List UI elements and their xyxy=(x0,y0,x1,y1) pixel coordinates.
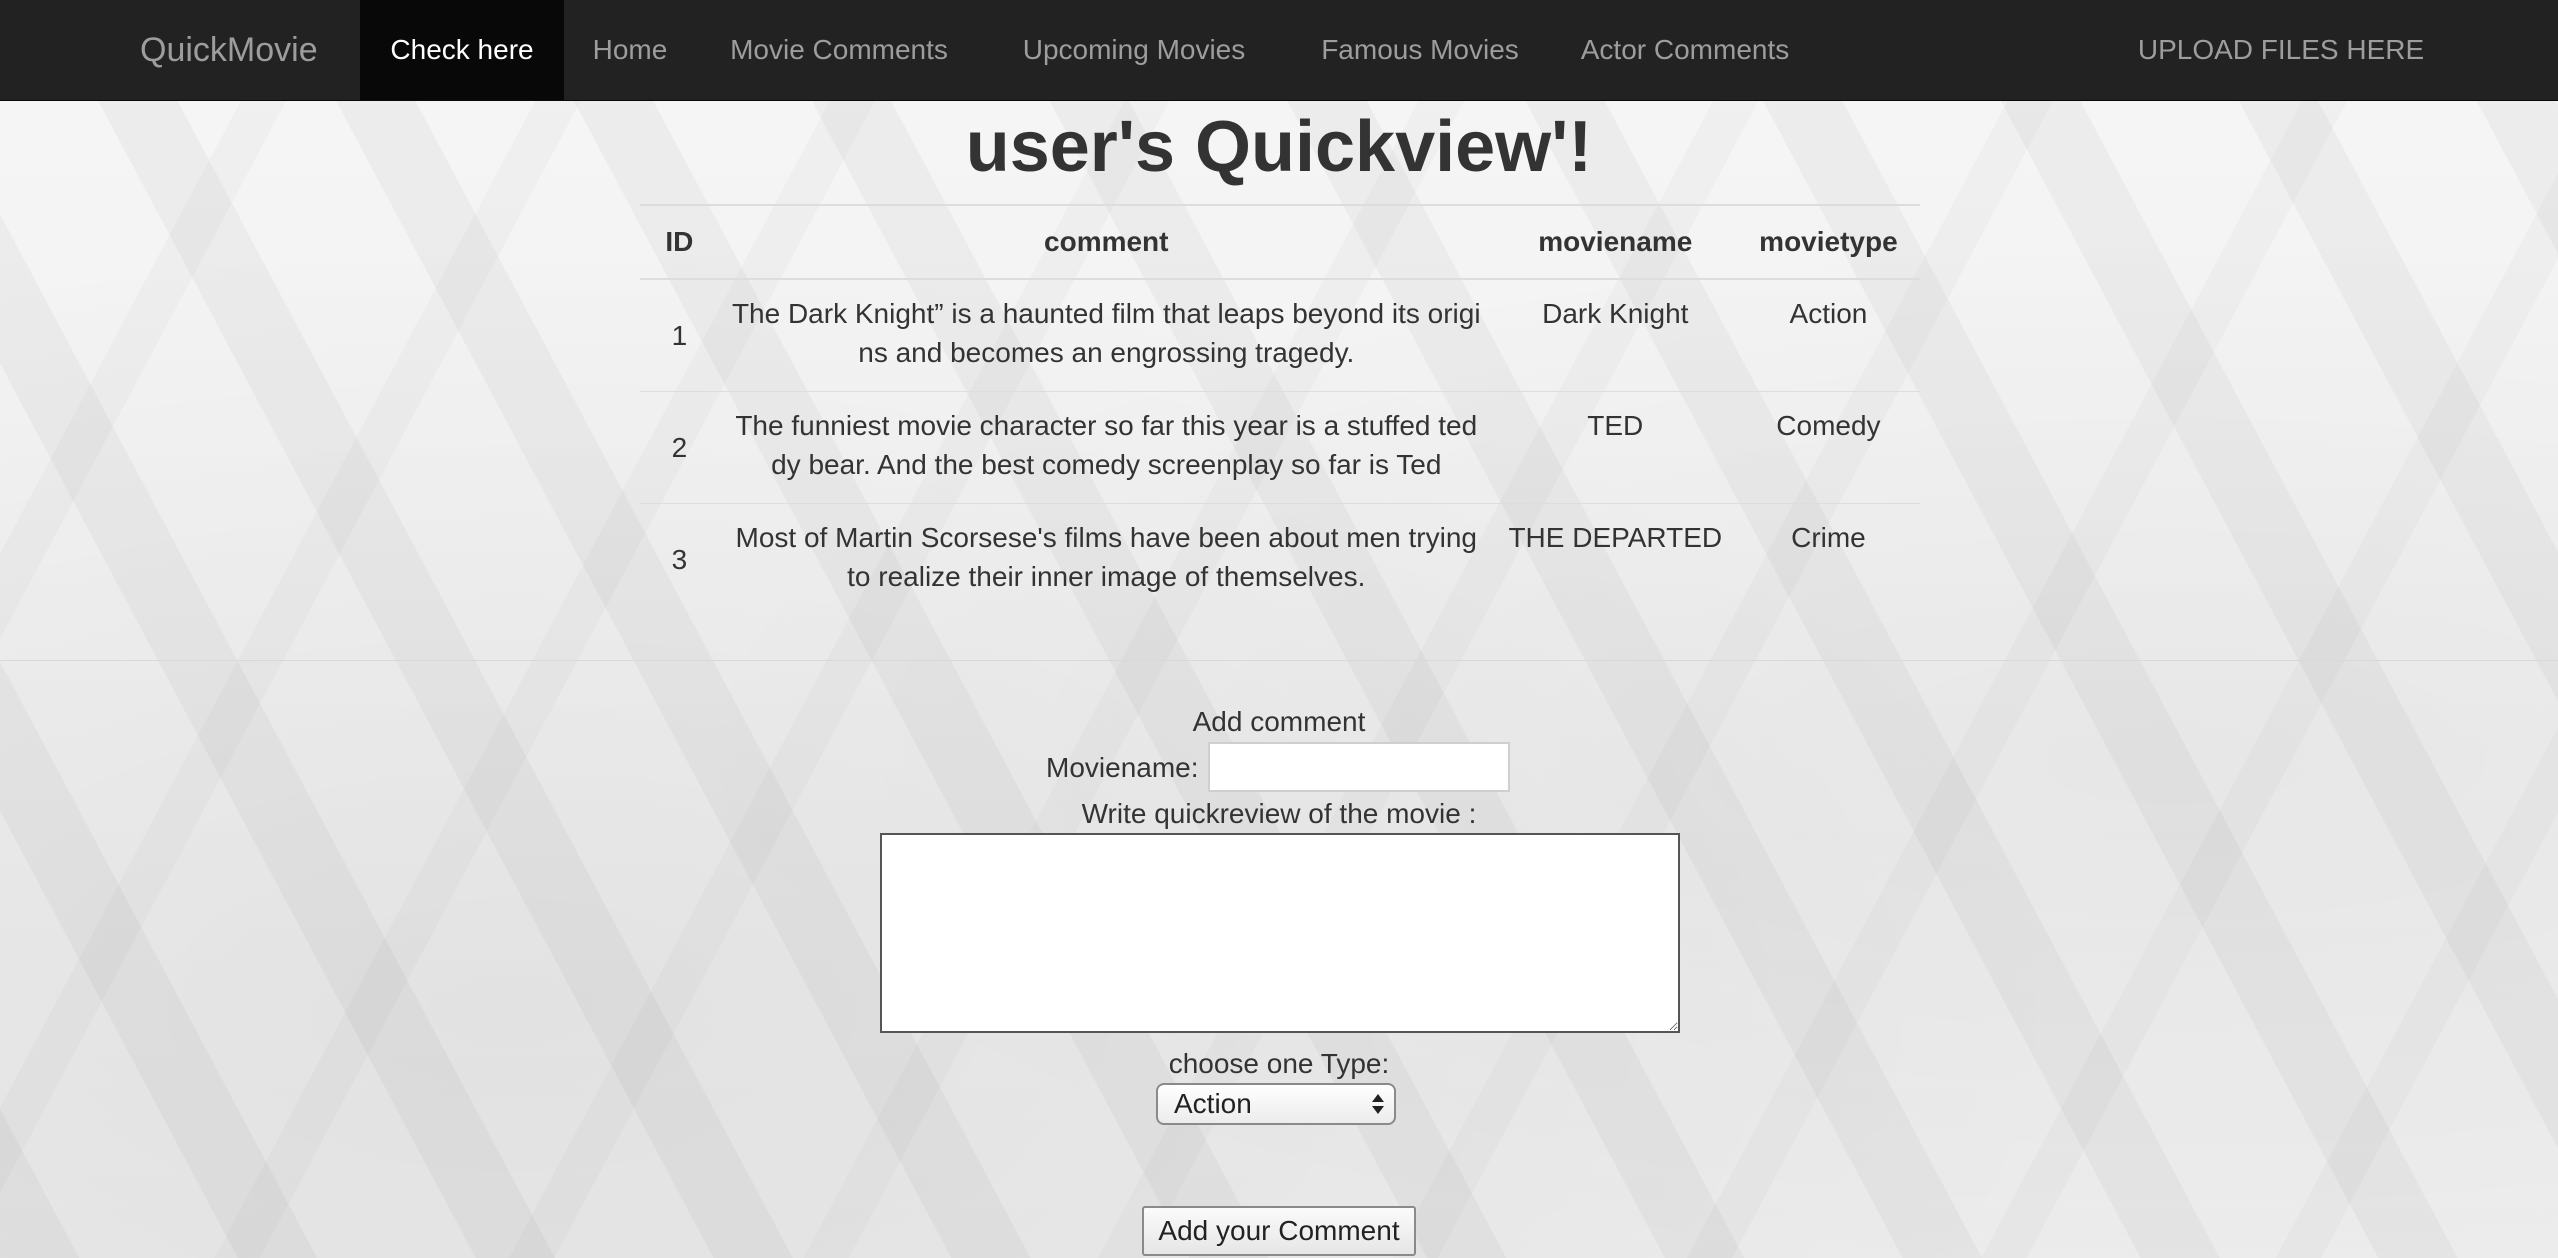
row-comment: The Dark Knight” is a haunted film that … xyxy=(718,278,1494,391)
header-comment: comment xyxy=(718,204,1494,280)
nav-item-upload-files[interactable]: UPLOAD FILES HERE xyxy=(2118,0,2444,100)
nav-item-actor-comments[interactable]: Actor Comments xyxy=(1554,0,1816,100)
row-movietype: Crime xyxy=(1736,502,1920,615)
nav-item-movie-comments[interactable]: Movie Comments xyxy=(696,0,982,100)
section-divider xyxy=(0,660,2558,661)
row-movietype: Comedy xyxy=(1736,390,1920,503)
moviename-label: Moviename: xyxy=(1046,752,1199,783)
row-moviename: TED xyxy=(1493,390,1737,503)
brand-link[interactable]: QuickMovie xyxy=(140,0,318,100)
table-row: 3 Most of Martin Scorsese's films have b… xyxy=(640,502,1920,615)
header-id: ID xyxy=(640,204,719,280)
header-movietype: movietype xyxy=(1736,204,1920,280)
page-title: user's Quickview'! xyxy=(965,107,1593,187)
row-movietype: Action xyxy=(1736,278,1920,391)
row-id: 2 xyxy=(640,390,719,503)
add-comment-button[interactable]: Add your Comment xyxy=(1142,1206,1416,1256)
nav-item-upcoming-movies[interactable]: Upcoming Movies xyxy=(982,0,1286,100)
add-comment-heading: Add comment xyxy=(1192,706,1366,737)
table-header-row: ID comment moviename movietype xyxy=(640,204,1920,280)
header-moviename: moviename xyxy=(1493,204,1737,280)
table-row: 1 The Dark Knight” is a haunted film tha… xyxy=(640,278,1920,391)
nav-item-famous-movies[interactable]: Famous Movies xyxy=(1286,0,1554,100)
row-comment: The funniest movie character so far this… xyxy=(718,390,1494,503)
type-label: choose one Type: xyxy=(1168,1048,1390,1079)
row-comment: Most of Martin Scorsese's films have bee… xyxy=(718,502,1494,615)
comments-table: ID comment moviename movietype 1 The Dar… xyxy=(640,204,1920,615)
row-moviename: THE DEPARTED xyxy=(1493,502,1737,615)
nav-item-check-here[interactable]: Check here xyxy=(360,0,564,100)
row-id: 3 xyxy=(640,502,719,615)
updown-arrows-icon xyxy=(1370,1092,1386,1116)
nav-item-home[interactable]: Home xyxy=(564,0,696,100)
review-textarea[interactable] xyxy=(880,833,1680,1033)
row-moviename: Dark Knight xyxy=(1493,278,1737,391)
table-row: 2 The funniest movie character so far th… xyxy=(640,390,1920,503)
type-select[interactable]: Action xyxy=(1156,1083,1396,1125)
moviename-input[interactable] xyxy=(1208,742,1510,792)
type-select-value: Action xyxy=(1174,1088,1252,1119)
row-id: 1 xyxy=(640,278,719,391)
review-label: Write quickreview of the movie : xyxy=(1081,798,1477,829)
top-navbar: QuickMovie Check here Home Movie Comment… xyxy=(0,0,2558,101)
